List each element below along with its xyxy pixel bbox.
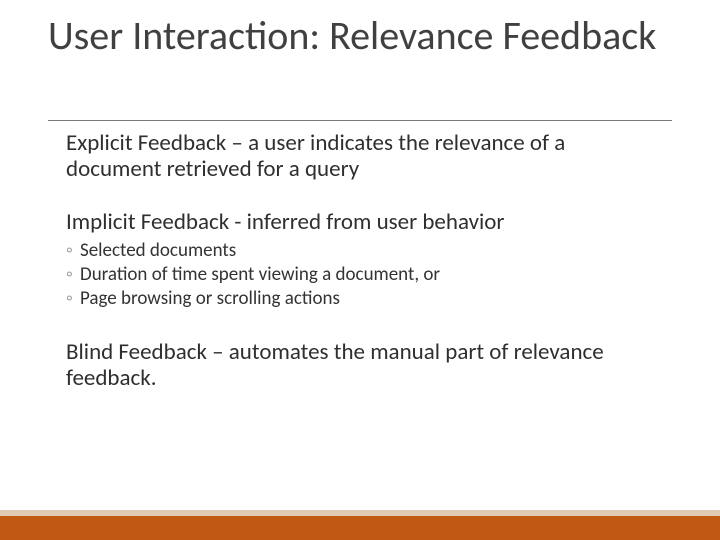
list-item-text: Page browsing or scrolling actions xyxy=(80,287,340,310)
list-item-text: Selected documents xyxy=(80,239,236,262)
paragraph-implicit: Implicit Feedback - inferred from user b… xyxy=(66,209,656,235)
list-item: ◦Selected documents xyxy=(66,239,656,263)
paragraph-explicit: Explicit Feedback – a user indicates the… xyxy=(66,130,656,183)
bullet-icon: ◦ xyxy=(66,239,80,263)
slide: User Interaction: Relevance Feedback Exp… xyxy=(0,0,720,540)
implicit-sub-list: ◦Selected documents ◦Duration of time sp… xyxy=(66,239,656,310)
title-underline xyxy=(48,120,672,121)
list-item-text: Duration of time spent viewing a documen… xyxy=(80,263,440,286)
list-item: ◦Page browsing or scrolling actions xyxy=(66,287,656,311)
footer-stripe-dark xyxy=(0,516,720,540)
bullet-icon: ◦ xyxy=(66,287,80,311)
paragraph-blind: Blind Feedback – automates the manual pa… xyxy=(66,339,656,392)
slide-title: User Interaction: Relevance Feedback xyxy=(48,14,668,58)
slide-body: Explicit Feedback – a user indicates the… xyxy=(66,130,656,391)
bullet-icon: ◦ xyxy=(66,263,80,287)
list-item: ◦Duration of time spent viewing a docume… xyxy=(66,263,656,287)
